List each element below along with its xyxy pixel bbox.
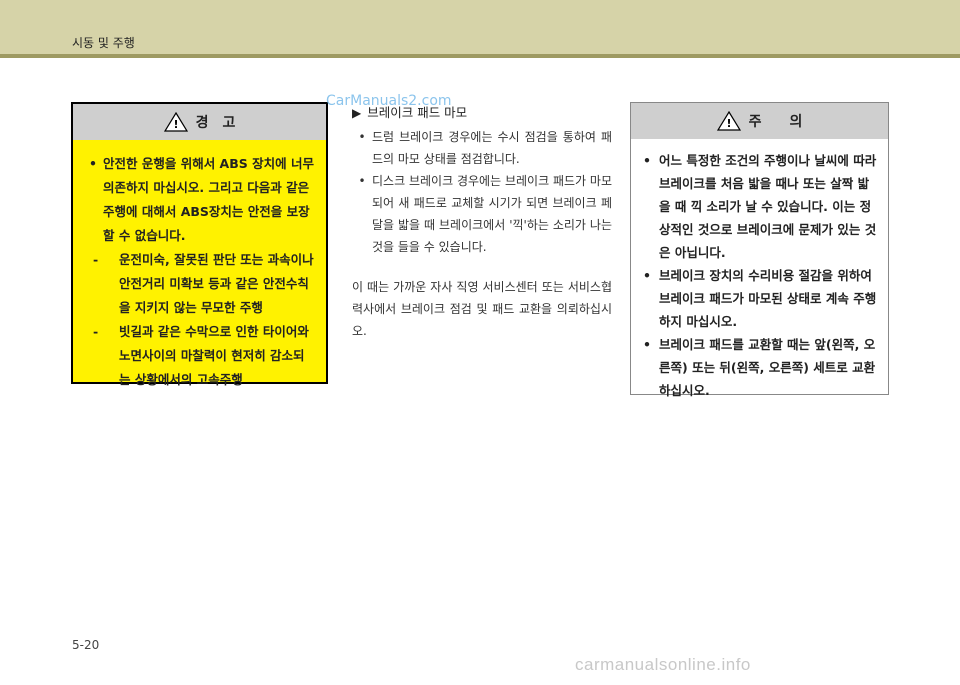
svg-text:!: ! [726, 117, 731, 130]
warning-main-text: 안전한 운행을 위해서 ABS 장치에 너무 의존하지 마십시오. 그리고 다음… [103, 156, 314, 243]
bullet: • [643, 153, 651, 168]
warning-sub-item: - 빗길과 같은 수막으로 인한 타이어와 노면사이의 마찰력이 현저히 감소되… [89, 320, 316, 392]
warning-sub-text-2: 빗길과 같은 수막으로 인한 타이어와 노면사이의 마찰력이 현저히 감소되는 … [119, 324, 309, 387]
list-item: • 디스크 브레이크 경우에는 브레이크 패드가 마모되어 새 패드로 교체할 … [352, 170, 612, 258]
bullet: • [89, 156, 97, 171]
watermark-bottom: carmanualsonline.info [575, 655, 751, 674]
warning-sub-text-1: 운전미숙, 잘못된 판단 또는 과속이나 안전거리 미확보 등과 같은 안전수칙… [119, 252, 314, 315]
arrow-right-icon: ▶ [352, 106, 362, 120]
warning-sub-item: - 운전미숙, 잘못된 판단 또는 과속이나 안전거리 미확보 등과 같은 안전… [89, 248, 316, 320]
caution-item: • 어느 특정한 조건의 주행이나 날씨에 따라 브레이크를 처음 밟을 때나 … [643, 149, 880, 264]
section-heading: ▶ 브레이크 패드 마모 [352, 104, 612, 122]
header-bar: 시동 및 주행 [0, 0, 960, 54]
header-rule [0, 54, 960, 58]
list-item: • 드럼 브레이크 경우에는 수시 점검을 통하여 패드의 마모 상태를 점검합… [352, 126, 612, 170]
warning-triangle-icon: ! [716, 111, 741, 131]
caution-item-text: 브레이크 패드를 교환할 때는 앞(왼쪽, 오른쪽) 또는 뒤(왼쪽, 오른쪽)… [659, 337, 876, 398]
caution-item: • 브레이크 패드를 교환할 때는 앞(왼쪽, 오른쪽) 또는 뒤(왼쪽, 오른… [643, 333, 880, 402]
warning-triangle-icon: ! [163, 112, 188, 132]
caution-item-text: 브레이크 장치의 수리비용 절감을 위하여 브레이크 패드가 마모된 상태로 계… [659, 268, 877, 329]
svg-text:!: ! [173, 118, 178, 131]
warning-heading: 경 고 [195, 115, 236, 131]
caution-item-text: 어느 특정한 조건의 주행이나 날씨에 따라 브레이크를 처음 밟을 때나 또는… [659, 153, 877, 260]
bullet: • [358, 130, 366, 144]
caution-header: ! 주 의 [631, 103, 888, 139]
warning-item: • 안전한 운행을 위해서 ABS 장치에 너무 의존하지 마십시오. 그리고 … [89, 152, 316, 248]
warning-box: ! 경 고 • 안전한 운행을 위해서 ABS 장치에 너무 의존하지 마십시오… [71, 102, 328, 387]
dash: - [93, 324, 99, 339]
warning-header: ! 경 고 [73, 104, 326, 140]
service-note: 이 때는 가까운 자사 직영 서비스센터 또는 서비스협력사에서 브레이크 점검… [352, 280, 612, 338]
bullet: • [358, 174, 366, 188]
list-item-text: 드럼 브레이크 경우에는 수시 점검을 통하여 패드의 마모 상태를 점검합니다… [372, 130, 612, 166]
bullet: • [643, 268, 651, 283]
bullet: • [643, 337, 651, 352]
section-title: 시동 및 주행 [72, 36, 135, 50]
caution-box: ! 주 의 • 어느 특정한 조건의 주행이나 날씨에 따라 브레이크를 처음 … [630, 102, 889, 398]
caution-heading: 주 의 [748, 114, 803, 130]
section-heading-text: 브레이크 패드 마모 [367, 105, 468, 120]
caution-item: • 브레이크 장치의 수리비용 절감을 위하여 브레이크 패드가 마모된 상태로… [643, 264, 880, 333]
brake-pad-section: ▶ 브레이크 패드 마모 • 드럼 브레이크 경우에는 수시 점검을 통하여 패… [352, 104, 612, 342]
dash: - [93, 252, 99, 267]
list-item-text: 디스크 브레이크 경우에는 브레이크 패드가 마모되어 새 패드로 교체할 시기… [372, 174, 612, 254]
page-number: 5-20 [72, 638, 100, 652]
